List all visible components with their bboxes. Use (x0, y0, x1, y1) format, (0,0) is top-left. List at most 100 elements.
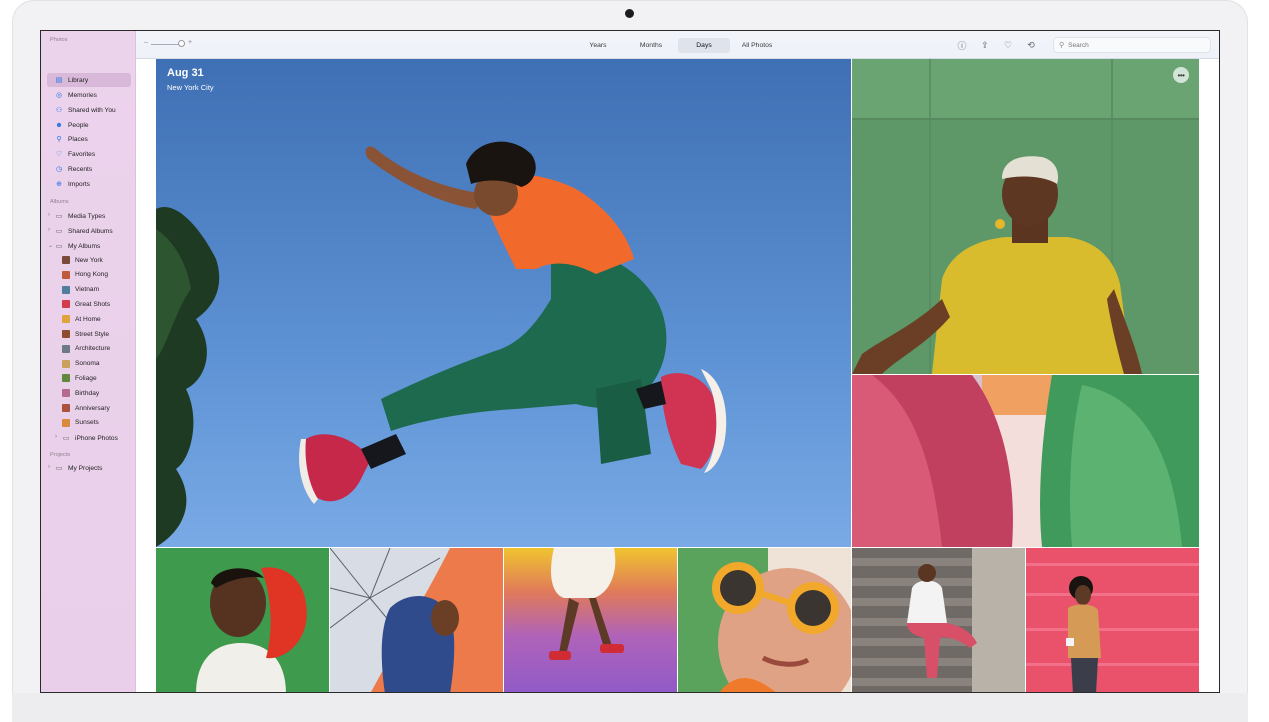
sidebar-item-label: At Home (75, 315, 101, 323)
location-label: New York City (167, 83, 214, 92)
photo-painted-ground-image (504, 548, 677, 692)
folder-icon: ▭ (62, 435, 70, 442)
sidebar-album-architecture[interactable]: Architecture (47, 342, 131, 356)
folder-icon: ▭ (55, 213, 63, 220)
sidebar-item-my-projects[interactable]: › ▭ My Projects (47, 461, 131, 475)
sidebar-album-hong-kong[interactable]: Hong Kong (47, 268, 131, 282)
sidebar-item-label: My Projects (68, 464, 103, 472)
sidebar-item-label: Street Style (75, 330, 110, 338)
import-icon: ⊕ (56, 181, 62, 188)
tab-months[interactable]: Months (624, 38, 678, 53)
heart-icon[interactable]: ♡ (1002, 39, 1014, 51)
chevron-down-icon[interactable]: ⌄ (48, 242, 53, 249)
zoom-track[interactable] (151, 44, 181, 45)
sidebar-item-label: Anniversary (75, 404, 110, 412)
sidebar-item-label: My Albums (68, 242, 101, 250)
sidebar-item-label: Hong Kong (75, 271, 108, 279)
zoom-out-icon[interactable]: – (144, 39, 148, 46)
folder-icon: ▭ (55, 243, 63, 250)
sidebar-item-label: Shared with You (68, 106, 116, 114)
sidebar-album-street-style[interactable]: Street Style (47, 327, 131, 341)
featured-photo-image (156, 59, 851, 547)
sidebar-item-shared-albums[interactable]: › ▭ Shared Albums (47, 224, 131, 238)
photo-painted-ground[interactable] (504, 548, 677, 692)
sidebar-item-label: Sunsets (75, 419, 99, 427)
tab-days[interactable]: Days (678, 38, 730, 53)
sidebar-album-great-shots[interactable]: Great Shots (47, 297, 131, 311)
sidebar-item-recents[interactable]: ◷ Recents (47, 162, 131, 176)
view-segmented-control: Years Months Days All Photos (572, 38, 784, 53)
heart-icon: ♡ (55, 151, 63, 158)
sidebar-album-birthday[interactable]: Birthday (47, 386, 131, 400)
sidebar-album-sonoma[interactable]: Sonoma (47, 357, 131, 371)
search-input[interactable] (1068, 41, 1189, 49)
chevron-right-icon[interactable]: › (55, 434, 57, 440)
sidebar-album-foliage[interactable]: Foliage (47, 371, 131, 385)
people-icon: ☻ (55, 121, 63, 129)
sidebar-item-label: Favorites (68, 150, 96, 158)
sidebar: Photos ▤ Library ◎ Memories ⚇ Shared wit… (41, 31, 136, 692)
sidebar-album-anniversary[interactable]: Anniversary (47, 401, 131, 415)
sidebar-item-label: Architecture (75, 345, 111, 353)
shared-folder-icon: ▭ (55, 228, 63, 235)
photo-stairs[interactable] (852, 548, 1025, 692)
album-thumbnail-icon (62, 300, 70, 309)
sidebar-item-favorites[interactable]: ♡ Favorites (47, 147, 131, 161)
sidebar-album-new-york[interactable]: New York (47, 253, 131, 267)
photo-drapes[interactable] (852, 375, 1199, 547)
photo-pink-wall[interactable] (1026, 548, 1199, 692)
sidebar-item-imports[interactable]: ⊕ Imports (47, 177, 131, 191)
zoom-knob[interactable] (178, 40, 185, 47)
photo-stairs-image (852, 548, 1025, 692)
search-icon: ⚲ (1059, 42, 1065, 49)
sidebar-item-label: Imports (68, 180, 90, 188)
album-thumbnail-icon (62, 256, 70, 264)
info-icon[interactable]: ⓘ (956, 39, 968, 51)
zoom-slider[interactable]: – + (144, 39, 192, 47)
more-options-button[interactable]: ••• (1173, 67, 1189, 83)
sidebar-item-places[interactable]: ⚲ Places (47, 132, 131, 146)
rotate-icon[interactable]: ⟲ (1025, 39, 1037, 51)
sidebar-item-shared-with-you[interactable]: ⚇ Shared with You (47, 103, 131, 117)
clock-icon: ◷ (55, 166, 63, 173)
chevron-right-icon[interactable]: › (48, 227, 50, 233)
tab-all-photos[interactable]: All Photos (730, 38, 784, 53)
album-thumbnail-icon (62, 315, 70, 324)
share-icon[interactable]: ⇪ (979, 39, 991, 51)
search-field[interactable]: ⚲ (1053, 37, 1211, 53)
tab-years[interactable]: Years (572, 38, 624, 53)
sidebar-item-label: Library (68, 76, 89, 84)
sidebar-item-label: Great Shots (75, 300, 111, 308)
photo-yellow-shirt[interactable]: ••• (852, 59, 1199, 374)
photo-sunglasses[interactable] (678, 548, 851, 692)
sidebar-item-media-types[interactable]: › ▭ Media Types (47, 209, 131, 223)
sidebar-item-label: iPhone Photos (75, 434, 118, 442)
date-title: Aug 31 (167, 67, 204, 79)
device-chin (12, 693, 1248, 722)
sidebar-item-my-albums[interactable]: ⌄ ▭ My Albums (47, 239, 131, 253)
featured-photo[interactable]: Aug 31 New York City (156, 59, 851, 547)
zoom-in-icon[interactable]: + (188, 39, 192, 46)
section-header-photos: Photos (50, 37, 68, 43)
sidebar-item-label: Shared Albums (68, 227, 113, 235)
album-thumbnail-icon (62, 389, 70, 398)
sidebar-item-label: Places (68, 135, 88, 143)
sidebar-album-at-home[interactable]: At Home (47, 312, 131, 326)
places-icon: ⚲ (56, 136, 62, 143)
photos-app-window: Photos ▤ Library ◎ Memories ⚇ Shared wit… (40, 30, 1220, 693)
album-thumbnail-icon (62, 285, 70, 294)
sidebar-album-sunsets[interactable]: Sunsets (47, 416, 131, 430)
album-thumbnail-icon (62, 418, 70, 427)
sidebar-item-label: New York (75, 256, 103, 264)
chevron-right-icon[interactable]: › (48, 464, 50, 470)
sidebar-item-people[interactable]: ☻ People (47, 118, 131, 132)
sidebar-item-label: People (68, 121, 89, 129)
sidebar-album-vietnam[interactable]: Vietnam (47, 283, 131, 297)
photo-umbrella[interactable] (330, 548, 503, 692)
photo-red-hat[interactable] (156, 548, 329, 692)
chevron-right-icon[interactable]: › (48, 212, 50, 218)
album-thumbnail-icon (62, 374, 70, 383)
sidebar-item-library[interactable]: ▤ Library (47, 73, 131, 87)
sidebar-item-memories[interactable]: ◎ Memories (47, 88, 131, 102)
sidebar-item-iphone-photos[interactable]: › ▭ iPhone Photos (54, 431, 131, 445)
